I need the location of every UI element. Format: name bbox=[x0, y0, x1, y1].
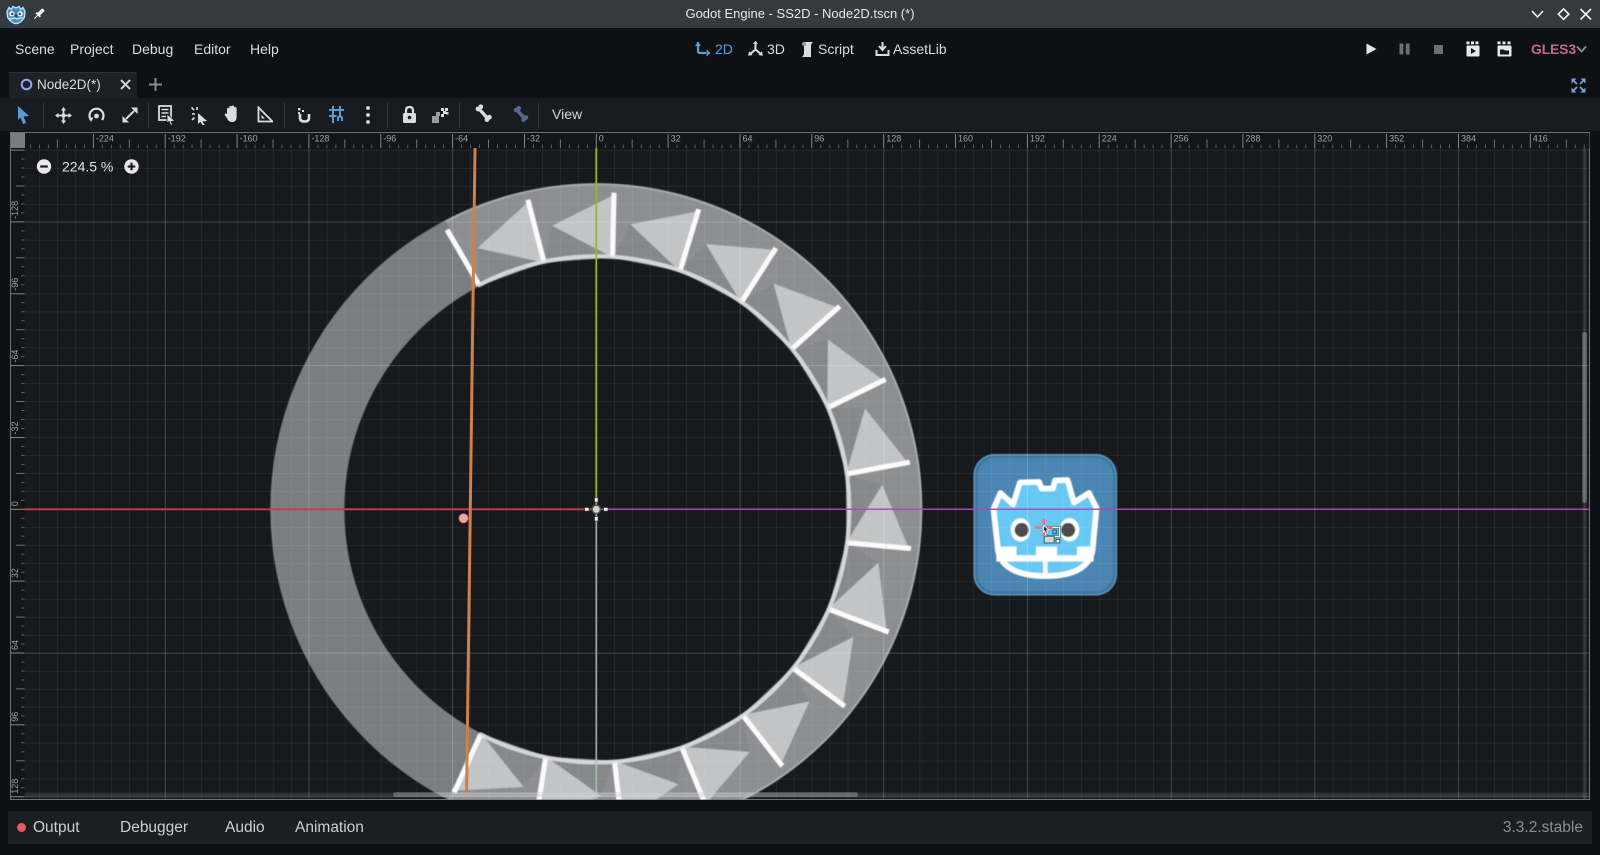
svg-text:192: 192 bbox=[1030, 134, 1045, 144]
svg-text:0: 0 bbox=[10, 501, 20, 506]
svg-text:224.5 %: 224.5 % bbox=[62, 159, 113, 175]
svg-text:128: 128 bbox=[10, 779, 20, 794]
svg-text:352: 352 bbox=[1389, 134, 1404, 144]
svg-text:-32: -32 bbox=[10, 421, 20, 434]
svg-text:-192: -192 bbox=[168, 134, 186, 144]
svg-text:96: 96 bbox=[10, 712, 20, 722]
svg-text:-96: -96 bbox=[10, 278, 20, 291]
svg-text:320: 320 bbox=[1317, 134, 1332, 144]
svg-text:0: 0 bbox=[599, 134, 604, 144]
svg-text:160: 160 bbox=[958, 134, 973, 144]
svg-text:224: 224 bbox=[1102, 134, 1117, 144]
svg-text:-64: -64 bbox=[10, 350, 20, 363]
svg-text:-32: -32 bbox=[527, 134, 540, 144]
svg-text:384: 384 bbox=[1461, 134, 1476, 144]
svg-text:128: 128 bbox=[886, 134, 901, 144]
svg-text:-96: -96 bbox=[383, 134, 396, 144]
svg-text:-224: -224 bbox=[96, 134, 114, 144]
svg-text:-64: -64 bbox=[455, 134, 468, 144]
svg-text:288: 288 bbox=[1245, 134, 1260, 144]
svg-text:416: 416 bbox=[1533, 134, 1548, 144]
svg-text:-128: -128 bbox=[10, 201, 20, 219]
svg-text:-160: -160 bbox=[240, 134, 258, 144]
svg-text:256: 256 bbox=[1174, 134, 1189, 144]
svg-text:32: 32 bbox=[10, 568, 20, 578]
svg-text:-128: -128 bbox=[311, 134, 329, 144]
svg-text:96: 96 bbox=[814, 134, 824, 144]
svg-text:64: 64 bbox=[743, 134, 753, 144]
svg-text:64: 64 bbox=[10, 640, 20, 650]
svg-text:32: 32 bbox=[671, 134, 681, 144]
